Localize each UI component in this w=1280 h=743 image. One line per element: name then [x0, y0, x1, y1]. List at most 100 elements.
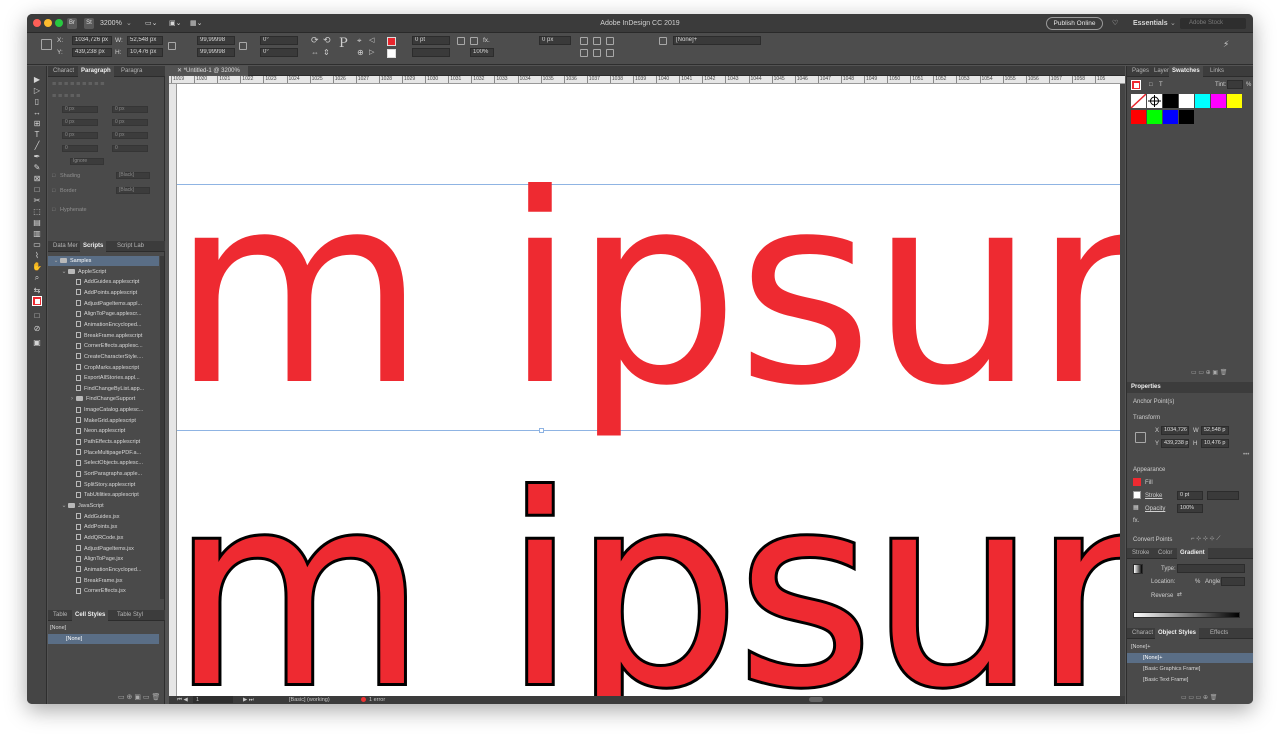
prop-y-field[interactable]: 439,238 p: [1161, 439, 1189, 448]
flip-horizontal-icon[interactable]: ⇔: [311, 48, 319, 57]
eyedropper-tool-icon[interactable]: ⌇: [32, 252, 42, 260]
distribute-left-icon[interactable]: [580, 49, 588, 57]
color-swatch[interactable]: [1211, 94, 1226, 108]
script-item[interactable]: ExportAllStories.appl...: [48, 373, 159, 383]
expand-chevron-icon[interactable]: ⌄: [60, 267, 68, 277]
formatting-text-icon[interactable]: T: [1159, 81, 1163, 89]
rotate-ccw-icon[interactable]: ⟲: [323, 36, 331, 45]
script-item[interactable]: AlignToPage.applescr...: [48, 309, 159, 319]
frame-fitting-icon[interactable]: [659, 37, 667, 45]
drop-cap-lines-field[interactable]: 0: [62, 145, 98, 152]
swatch-footer-icons[interactable]: ▭ ▭ ⊕ ▣ 🗑: [1191, 369, 1227, 377]
script-item[interactable]: BreakFrame.applescript: [48, 331, 159, 341]
screen-mode-tool-icon[interactable]: ▣: [32, 339, 42, 347]
script-folder-item[interactable]: ⌄ JavaScript: [48, 501, 159, 511]
object-style-select[interactable]: [None]+: [673, 36, 761, 45]
scripts-scrollbar[interactable]: [160, 256, 164, 599]
properties-header[interactable]: Properties: [1127, 382, 1253, 393]
last-line-indent-field[interactable]: 0 px: [112, 119, 148, 126]
space-after-field[interactable]: 0 px: [112, 132, 148, 139]
script-item[interactable]: SelectObjects.applesc...: [48, 458, 159, 468]
hyphenate-checkbox[interactable]: □: [52, 207, 55, 214]
script-item[interactable]: FindChangeByList.app...: [48, 384, 159, 394]
tab-object-styles[interactable]: Object Styles: [1155, 628, 1200, 639]
shading-checkbox[interactable]: □: [52, 173, 55, 180]
script-item[interactable]: ImageCatalog.applesc...: [48, 405, 159, 415]
prop-opacity-field[interactable]: 100%: [1177, 504, 1203, 513]
prop-effects-icon[interactable]: fx.: [1133, 517, 1139, 525]
rectangle-frame-tool-icon[interactable]: ⊠: [32, 175, 42, 183]
direct-selection-tool-icon[interactable]: ▷: [32, 87, 42, 95]
preflight-profile[interactable]: [Basic] (working): [289, 696, 330, 704]
script-folder-item[interactable]: ⌄ Samples: [48, 256, 159, 266]
zoom-tool-icon[interactable]: ⌕: [32, 274, 42, 282]
script-item[interactable]: AddQRCode.jsx: [48, 533, 159, 543]
apply-none-icon[interactable]: ⊘: [32, 325, 42, 333]
tab-effects[interactable]: Effects: [1207, 628, 1231, 639]
script-item[interactable]: SplitStory.applescript: [48, 480, 159, 490]
horizontal-scroll-thumb[interactable]: [809, 697, 823, 702]
script-item[interactable]: SortParagraphs.apple...: [48, 469, 159, 479]
stroke-box[interactable]: [35, 299, 40, 304]
expand-chevron-icon[interactable]: ›: [68, 394, 76, 404]
lightbulb-icon[interactable]: ♡: [1112, 18, 1118, 29]
script-item[interactable]: BreakFrame.jsx: [48, 576, 159, 586]
default-fill-stroke-icon[interactable]: ⇆: [32, 287, 42, 295]
note-tool-icon[interactable]: ▭: [32, 241, 42, 249]
formatting-container-icon[interactable]: □: [1149, 81, 1153, 89]
formatting-affects-container-icon[interactable]: □: [32, 312, 42, 320]
script-item[interactable]: PathEffects.applescript: [48, 437, 159, 447]
x-position-field[interactable]: 1034,726 px: [72, 36, 112, 45]
reverse-icon[interactable]: ⇄: [1177, 591, 1182, 599]
tab-table-styles[interactable]: Table Styl: [114, 610, 146, 621]
pencil-tool-icon[interactable]: ✎: [32, 164, 42, 172]
tab-data-merge[interactable]: Data Mer: [50, 241, 81, 252]
align-left-icon[interactable]: [580, 37, 588, 45]
more-options-icon[interactable]: •••: [1243, 451, 1249, 459]
prop-stroke-type[interactable]: [1207, 491, 1239, 500]
shear-angle-field[interactable]: 0°: [260, 48, 298, 57]
select-prev-object-icon[interactable]: ◁: [369, 36, 374, 45]
height-field[interactable]: 10,476 px: [127, 48, 163, 57]
rectangle-tool-icon[interactable]: □: [32, 186, 42, 194]
page-tool-icon[interactable]: ▯: [32, 98, 42, 106]
horizontal-ruler[interactable]: 1019 1020 1021 1022 1023 1024 1025 1026 1027 1028…: [169, 76, 1125, 84]
tab-scripts[interactable]: Scripts: [80, 241, 107, 252]
align-right-icon[interactable]: [606, 37, 614, 45]
paragraph-justify-icons[interactable]: ≡ ≡ ≡ ≡ ≡: [52, 93, 80, 100]
paragraph-alignment-icons[interactable]: ≡ ≡ ≡ ≡ ≡ ≡ ≡ ≡ ≡: [52, 81, 104, 88]
publish-online-button[interactable]: Publish Online: [1046, 17, 1103, 30]
stroke-weight-field[interactable]: 0 pt: [412, 36, 450, 45]
select-content-icon[interactable]: ⊕: [357, 48, 364, 57]
width-field[interactable]: 52,548 px: [127, 36, 163, 45]
rotation-angle-field[interactable]: 0°: [260, 36, 298, 45]
script-item[interactable]: AddGuides.applescript: [48, 277, 159, 287]
script-item[interactable]: CreateCharacterStyle....: [48, 352, 159, 362]
tab-character-styles[interactable]: Charact: [1129, 628, 1156, 639]
shading-color-select[interactable]: [Black]: [116, 172, 150, 179]
script-item[interactable]: AddGuides.jsx: [48, 512, 159, 522]
rotate-cw-icon[interactable]: ⟳: [311, 36, 319, 45]
first-line-indent-field[interactable]: 0 px: [62, 119, 98, 126]
script-item[interactable]: PlaceMultipagePDF.a...: [48, 448, 159, 458]
tab-paragraph-styles[interactable]: Paragra: [118, 66, 145, 77]
tab-cell-styles[interactable]: Cell Styles: [72, 610, 109, 621]
color-swatch[interactable]: [1227, 94, 1242, 108]
gradient-ramp[interactable]: [1133, 612, 1240, 618]
space-before-field[interactable]: 0 px: [62, 132, 98, 139]
color-swatch[interactable]: [1163, 94, 1178, 108]
tab-gradient[interactable]: Gradient: [1177, 548, 1208, 559]
stroke-label[interactable]: Stroke: [1145, 492, 1162, 500]
script-item[interactable]: AnimationEncycloped...: [48, 320, 159, 330]
scale-y-field[interactable]: 99,99998: [197, 48, 235, 57]
gradient-type-select[interactable]: [1177, 564, 1245, 573]
tab-links[interactable]: Links: [1207, 66, 1227, 77]
quick-apply-icon[interactable]: ⚡: [1223, 40, 1229, 49]
document-vertical-scrollbar[interactable]: [1120, 84, 1125, 696]
tab-stroke[interactable]: Stroke: [1129, 548, 1152, 559]
object-style-basic-graphics[interactable]: [Basic Graphics Frame]: [1127, 664, 1253, 674]
close-tab-icon[interactable]: ✕: [177, 68, 184, 74]
tint-field[interactable]: [1227, 80, 1243, 89]
swatch-none[interactable]: [1130, 93, 1147, 109]
gradient-swatch-tool-icon[interactable]: ▤: [32, 219, 42, 227]
